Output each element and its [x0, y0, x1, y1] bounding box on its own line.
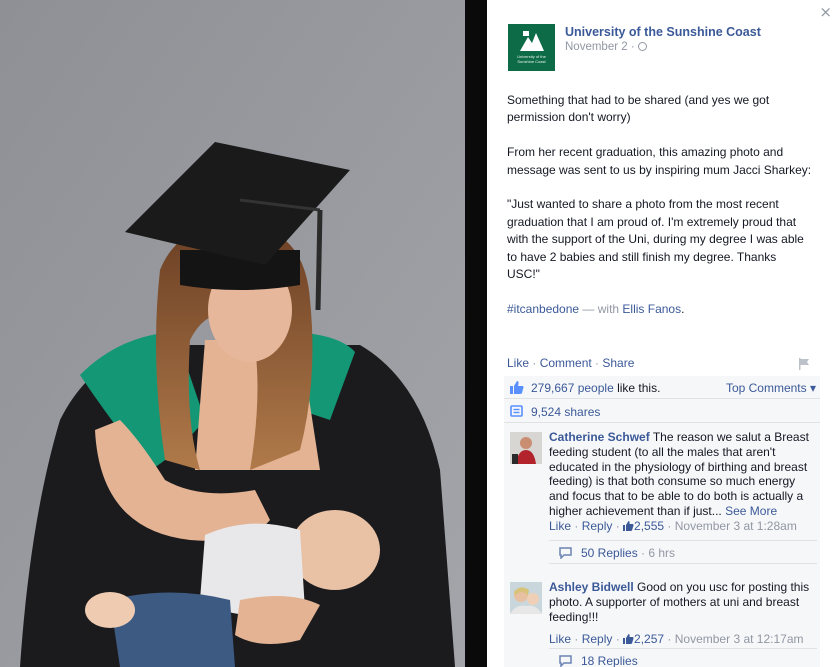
- comment-text: Catherine Schwef The reason we salut a B…: [549, 430, 817, 519]
- comment-item: Ashley Bidwell Good on you usc for posti…: [504, 580, 820, 652]
- see-more-link[interactable]: See More: [722, 504, 777, 518]
- graduation-photo-illustration: [0, 0, 487, 667]
- hashtag-link[interactable]: #itcanbedone: [507, 302, 579, 316]
- logo-text: University of the Sunshine Coast: [517, 54, 546, 64]
- flag-icon[interactable]: [798, 358, 810, 370]
- separator: ·: [591, 356, 603, 370]
- avatar[interactable]: [510, 582, 542, 614]
- share-link[interactable]: Share: [602, 356, 634, 370]
- avatar[interactable]: [510, 432, 542, 464]
- avatar-image: [510, 432, 542, 464]
- post-date-link[interactable]: November 2 ·: [565, 41, 635, 53]
- likes-suffix: like this.: [613, 381, 661, 395]
- page-logo[interactable]: University of the Sunshine Coast: [508, 24, 555, 71]
- comment-actions: Like · Reply · 2,555 · November 3 at 1:2…: [549, 519, 797, 533]
- comment-timestamp[interactable]: November 3 at 1:28am: [675, 519, 797, 533]
- thumbs-up-icon: [510, 381, 524, 394]
- post-photo[interactable]: [0, 0, 487, 667]
- likes-count-link[interactable]: 279,667 people: [531, 381, 614, 395]
- comment-like-link[interactable]: Like: [549, 519, 571, 533]
- comment-author-link[interactable]: Ashley Bidwell: [549, 580, 634, 594]
- tagged-person-link[interactable]: Ellis Fanos: [622, 302, 681, 316]
- comment-author-link[interactable]: Catherine Schwef: [549, 430, 650, 444]
- comment-link[interactable]: Comment: [540, 356, 592, 370]
- comment-reply-link[interactable]: Reply: [582, 519, 613, 533]
- shares-link[interactable]: 9,524 shares: [531, 405, 600, 419]
- feedback-section: 279,667 people like this. Top Comments ▾…: [504, 376, 820, 667]
- replies-link[interactable]: 18 Replies: [581, 654, 638, 667]
- comment-like-link[interactable]: Like: [549, 632, 571, 646]
- replies-row[interactable]: 50 Replies · 6 hrs: [549, 540, 817, 564]
- thumbs-up-icon: [623, 634, 634, 644]
- page-name-link[interactable]: University of the Sunshine Coast: [565, 25, 761, 39]
- likes-row: 279,667 people like this. Top Comments ▾: [504, 376, 820, 399]
- with-text: — with: [579, 301, 623, 316]
- post-text: Something that had to be shared (and yes…: [507, 92, 812, 336]
- shares-row: 9,524 shares: [504, 400, 820, 423]
- comment-likes-count[interactable]: 2,257: [634, 632, 664, 646]
- like-link[interactable]: Like: [507, 356, 529, 370]
- comment-actions: Like · Reply · 2,257 · November 3 at 12:…: [549, 632, 804, 646]
- post-meta: November 2 ·: [565, 41, 647, 53]
- post-paragraph: From her recent graduation, this amazing…: [507, 145, 812, 177]
- comment-reply-link[interactable]: Reply: [582, 632, 613, 646]
- share-icon: [510, 405, 523, 417]
- globe-icon: [637, 42, 647, 51]
- comment-likes-count[interactable]: 2,555: [634, 519, 664, 533]
- post-tags: #itcanbedone — with Ellis Fanos.: [507, 301, 812, 318]
- avatar-image: [510, 582, 542, 614]
- reply-bubble-icon: [559, 655, 572, 667]
- comment-timestamp[interactable]: November 3 at 12:17am: [675, 632, 804, 646]
- post-actions: Like · Comment · Share: [507, 356, 634, 370]
- post-header: University of the Sunshine Coast Univers…: [508, 24, 818, 72]
- tag-suffix: .: [681, 301, 685, 316]
- separator: ·: [529, 356, 540, 370]
- thumbs-up-icon: [623, 521, 634, 531]
- comment-text: Ashley Bidwell Good on you usc for posti…: [549, 580, 817, 624]
- usc-logo-icon: [520, 31, 544, 51]
- post-paragraph: Something that had to be shared (and yes…: [507, 93, 770, 125]
- top-comments-dropdown[interactable]: Top Comments ▾: [726, 381, 816, 395]
- post-paragraph: "Just wanted to share a photo from the m…: [507, 197, 804, 282]
- reply-bubble-icon: [559, 547, 572, 559]
- replies-row[interactable]: 18 Replies: [549, 648, 817, 667]
- replies-link[interactable]: 50 Replies: [581, 546, 638, 560]
- comment-item: Catherine Schwef The reason we salut a B…: [504, 430, 820, 542]
- replies-time: · 6 hrs: [637, 546, 676, 560]
- close-icon[interactable]: ×: [819, 4, 832, 20]
